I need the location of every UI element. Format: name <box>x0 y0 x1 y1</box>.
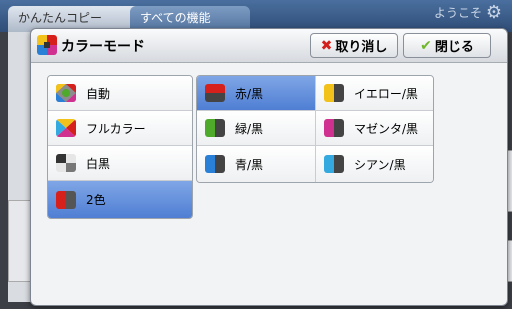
option-label: 赤/黒 <box>235 86 264 101</box>
option-label: 青/黒 <box>235 157 264 172</box>
check-icon: ✔ <box>420 37 432 54</box>
option-label: 2色 <box>86 193 106 207</box>
option-red-black[interactable]: 赤/黒 <box>197 76 315 111</box>
auto-color-icon <box>56 84 76 102</box>
option-label: シアン/黒 <box>354 157 406 172</box>
dialog-header: カラーモード ✖ 取り消し ✔ 閉じる <box>31 29 507 63</box>
option-label: マゼンタ/黒 <box>354 121 419 136</box>
option-label: 自動 <box>86 86 111 101</box>
color-mode-icon <box>37 35 57 55</box>
option-two-color[interactable]: 2色 <box>48 181 192 218</box>
yellow-black-icon <box>324 84 344 102</box>
close-button[interactable]: ✔ 閉じる <box>403 33 491 58</box>
red-black-icon <box>205 84 225 102</box>
magenta-black-icon <box>324 119 344 137</box>
black-white-icon <box>56 154 76 172</box>
gear-icon[interactable]: ⚙ <box>486 2 502 23</box>
option-cyan-black[interactable]: シアン/黒 <box>316 146 433 182</box>
cancel-button[interactable]: ✖ 取り消し <box>310 33 398 58</box>
user-greeting: ようこそ <box>433 6 482 20</box>
option-blue-black[interactable]: 青/黒 <box>197 146 315 182</box>
color-mode-list: 自動 フルカラー 白黒 2色 <box>47 75 193 219</box>
option-black-white[interactable]: 白黒 <box>48 146 192 181</box>
cyan-black-icon <box>324 155 344 173</box>
two-color-icon <box>56 190 76 209</box>
option-label: 白黒 <box>86 156 111 171</box>
option-yellow-black[interactable]: イエロー/黒 <box>316 76 433 111</box>
dialog-title: カラーモード <box>61 39 145 55</box>
blue-black-icon <box>205 155 225 173</box>
option-label: イエロー/黒 <box>354 86 418 101</box>
option-full-color[interactable]: フルカラー <box>48 111 192 146</box>
color-mode-dialog: カラーモード ✖ 取り消し ✔ 閉じる 自動 フルカラー 白黒 2色 赤/黒 イ… <box>30 28 508 306</box>
close-x-icon: ✖ <box>320 37 333 54</box>
option-label: フルカラー <box>86 121 146 136</box>
option-auto[interactable]: 自動 <box>48 76 192 111</box>
option-green-black[interactable]: 緑/黒 <box>197 111 315 146</box>
cancel-button-label: 取り消し <box>335 40 388 55</box>
option-magenta-black[interactable]: マゼンタ/黒 <box>316 111 433 146</box>
green-black-icon <box>205 119 225 137</box>
two-color-list: 赤/黒 イエロー/黒 緑/黒 マゼンタ/黒 青/黒 シアン/黒 <box>196 75 434 183</box>
option-label: 緑/黒 <box>235 121 264 136</box>
full-color-icon <box>56 119 76 137</box>
close-button-label: 閉じる <box>434 40 474 55</box>
